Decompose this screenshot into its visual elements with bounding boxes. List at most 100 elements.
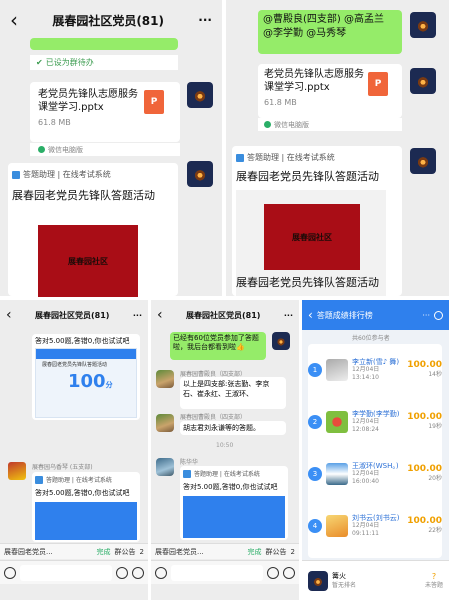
sender-name: 陈华华 [180, 459, 199, 466]
answer-text: 答对5.00题,答错0,你也试试吧 [183, 483, 278, 491]
mention-bubble[interactable]: @曹殿良(四支部) @高孟兰 @李学勤 @马秀琴 [258, 10, 402, 54]
avatar[interactable] [187, 82, 213, 108]
wechat-icon [38, 146, 45, 153]
plus-icon[interactable] [132, 566, 144, 579]
back-icon[interactable]: ‹ [157, 307, 163, 323]
message-input[interactable] [20, 564, 112, 581]
emoji-icon[interactable] [116, 566, 128, 579]
answer-text: 答对5.00题,答错0,你也试试吧 [35, 489, 130, 497]
avatar[interactable] [156, 370, 174, 388]
count-label: 2 [290, 547, 295, 556]
avatar[interactable] [410, 12, 436, 38]
avatar [326, 515, 348, 537]
back-icon[interactable]: ‹ [6, 307, 12, 323]
rank-badge: 3 [308, 467, 322, 481]
avatar [326, 463, 348, 485]
chat-title: 展春园社区党员(81) [186, 310, 261, 320]
more-icon[interactable]: ··· [198, 13, 212, 27]
my-rank-footer[interactable]: 篝火 暂无排名 ? 未答题 [302, 560, 449, 600]
more-icon[interactable]: ··· [133, 311, 142, 320]
count-label: 2 [139, 547, 144, 556]
mini-title: 展春园老党员先锋队答题活动 [236, 170, 379, 183]
group-todo-bar[interactable]: 展春园老党员... 完成 群公告 2 [0, 543, 148, 559]
input-bar [0, 560, 148, 584]
file-card[interactable]: 老党员先锋队志愿服务课堂学习.pptx 61.8 MB P [258, 64, 402, 118]
avatar [326, 411, 348, 433]
message-bubble-green[interactable]: 已经有60位党员参加了答题啦，我后台都看到啦👍 [170, 332, 266, 360]
answer-date: 12月04日16:00:40 [352, 470, 380, 485]
more-icon[interactable]: ··· [284, 311, 293, 320]
avatar[interactable] [8, 462, 26, 480]
message-input[interactable] [171, 564, 263, 581]
score-number: 100 [68, 371, 106, 392]
back-icon[interactable]: ‹ [308, 308, 313, 322]
message-bubble-green[interactable] [30, 38, 178, 50]
quote-text: 展春园老党员先锋队答题活动 [42, 362, 108, 368]
emoji-icon[interactable] [267, 566, 279, 579]
avatar[interactable] [156, 414, 174, 432]
close-icon[interactable] [434, 310, 443, 320]
message-bubble[interactable]: 以上是四支部:张志勤、李京石、崔永红、王淑环、 [180, 377, 286, 409]
voice-icon[interactable] [4, 566, 16, 579]
voice-icon[interactable] [155, 566, 167, 579]
back-icon[interactable]: ‹ [10, 8, 18, 32]
mini-program-card[interactable]: 答对5.00题,答错0,你也试试吧 展春园老党员先锋队答题活动 100分 [32, 334, 140, 420]
file-card[interactable]: 老党员先锋队志愿服务课堂学习.pptx 61.8 MB P [30, 82, 180, 142]
my-rank-status: 暂无排名 [332, 581, 357, 589]
message-bubble[interactable]: 胡志君刘永谦等的答题。 [180, 421, 286, 435]
avatar[interactable] [187, 161, 213, 187]
list-item[interactable]: 1 李立新(雪♪ 舞) 12月04日13:14:10 100.00 14秒 [308, 346, 442, 394]
todo-label: 已设为群待办 [45, 58, 94, 67]
leaderboard-title: 答题成绩排行榜 [316, 310, 373, 320]
avatar[interactable] [156, 458, 174, 476]
avatar[interactable] [410, 148, 436, 174]
list-item[interactable]: 2 李学勤(李学勤) 12月04日12:08:24 100.00 19秒 [308, 398, 442, 446]
chat-title: 展春园社区党员(81) [52, 13, 164, 28]
pptx-icon: P [368, 72, 388, 96]
mini-program-icon [236, 153, 244, 162]
pptx-icon: P [144, 90, 164, 114]
notice-label[interactable]: 群公告 [115, 547, 136, 557]
answer-time: 14秒 [428, 371, 442, 378]
chat-header: ‹ 展春园社区党员(81) ··· [0, 300, 148, 330]
notice-label[interactable]: 群公告 [266, 547, 287, 557]
check-icon: ✔ [36, 58, 43, 67]
list-item[interactable]: 4 刘书云(刘书云) 12月04日09:11:11 100.00 22秒 [308, 502, 442, 550]
avatar [326, 359, 348, 381]
list-item[interactable]: 3 王淑环(WSH。) 12月04日16:00:40 100.00 20秒 [308, 450, 442, 498]
question-icon: ? [431, 571, 437, 581]
avatar[interactable] [410, 68, 436, 94]
mini-program-icon [183, 469, 191, 478]
score-card-preview [35, 502, 137, 540]
file-name: 老党员先锋队志愿服务课堂学习.pptx [264, 69, 364, 93]
plus-icon[interactable] [283, 566, 295, 579]
todo-tag[interactable]: ✔ 已设为群待办 [30, 55, 178, 70]
group-todo-name: 展春园老党员... [155, 547, 204, 556]
mini-system-row: 答题助理 | 在线考试系统 [12, 169, 111, 180]
my-name: 篝火 [332, 571, 346, 580]
source-label: 微信电脑版 [274, 120, 309, 129]
mini-system-label: 答题助理 | 在线考试系统 [46, 477, 112, 484]
input-bar [151, 560, 299, 584]
leaderboard-header: ‹ 答题成绩排行榜 ··· [302, 300, 449, 330]
player-score: 100.00 [407, 360, 442, 370]
answer-time: 22秒 [428, 527, 442, 534]
message-text: 以上是四支部:张志勤、李京石、崔永红、王淑环、 [183, 380, 270, 398]
mini-program-card[interactable]: 答题助理 | 在线考试系统 展春园老党员先锋队答题活动 展春园社区 [8, 163, 178, 297]
message-text: 胡志君刘永谦等的答题。 [183, 424, 260, 432]
rank-badge: 1 [308, 363, 322, 377]
file-source: 微信电脑版 [258, 118, 402, 131]
done-label[interactable]: 完成 [97, 547, 111, 557]
more-icon[interactable]: ··· [422, 311, 430, 320]
mini-program-card[interactable]: 答题助理 | 在线考试系统 答对5.00题,答错0,你也试试吧 [180, 466, 288, 540]
rank-badge: 4 [308, 519, 322, 533]
group-todo-bar[interactable]: 展春园老党员... 完成 群公告 2 [151, 543, 299, 559]
mini-program-card[interactable]: 答题助理 | 在线考试系统 答对5.00题,答错0,你也试试吧 [32, 472, 140, 542]
done-label[interactable]: 完成 [248, 547, 262, 557]
mini-system-row: 答题助理 | 在线考试系统 [183, 469, 260, 478]
answer-time: 19秒 [428, 423, 442, 430]
avatar [308, 570, 328, 591]
avatar[interactable] [272, 332, 290, 350]
red-book-cover: 展春园社区 [264, 204, 360, 270]
mini-program-card[interactable]: 答题助理 | 在线考试系统 展春园老党员先锋队答题活动 展春园社区 展春园老党员… [232, 146, 402, 296]
